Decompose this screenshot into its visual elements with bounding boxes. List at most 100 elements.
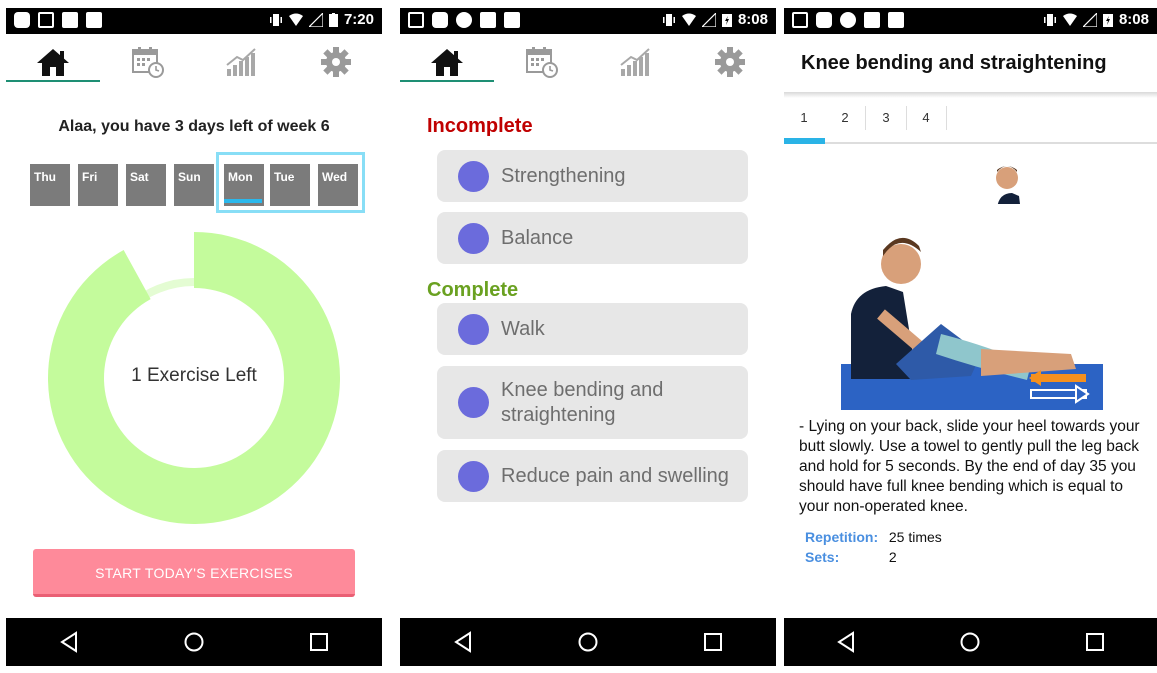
nav-home-button[interactable]: [574, 628, 602, 656]
back-icon: [453, 631, 471, 653]
wifi-icon: [1062, 13, 1077, 26]
nav-recents-button[interactable]: [305, 628, 333, 656]
repetition-row: Repetition: 25 times: [805, 529, 942, 545]
tab-schedule[interactable]: [124, 42, 172, 82]
home-icon: [431, 49, 463, 76]
android-nav-bar: [400, 618, 776, 666]
tab-progress[interactable]: [612, 42, 660, 82]
exercise-item-strengthening[interactable]: Strengthening: [437, 150, 748, 202]
day-fri[interactable]: Fri: [78, 164, 118, 206]
notification-icon: [816, 12, 832, 28]
signal-icon: [308, 12, 323, 27]
nav-back-button[interactable]: [832, 628, 860, 656]
calendar-icon: [132, 47, 164, 78]
recents-icon: [1085, 633, 1104, 651]
exercise-status-dot: [458, 313, 489, 345]
step-tab-3[interactable]: 3: [866, 104, 906, 144]
nav-home-button[interactable]: [956, 628, 984, 656]
android-debug-icon: [840, 12, 856, 28]
sets-value: 2: [888, 549, 897, 565]
sets-row: Sets: 2: [805, 549, 897, 565]
step-tab-2[interactable]: 2: [825, 104, 865, 144]
exercise-status-dot: [458, 387, 489, 418]
wifi-icon: [681, 13, 696, 26]
today-indicator: [224, 199, 262, 203]
nav-recents-button[interactable]: [699, 628, 727, 656]
exercise-item-reduce-pain[interactable]: Reduce pain and swelling: [437, 450, 748, 502]
exercise-label: Reduce pain and swelling: [501, 464, 729, 487]
header-shadow: [784, 92, 1157, 98]
clipboard-check-icon: [504, 12, 520, 28]
exercise-label: Strengthening: [501, 164, 626, 187]
phone-exercise-detail: 8:08 Knee bending and straightening 1 2 …: [784, 8, 1157, 666]
gear-icon: [321, 47, 351, 77]
status-time: 8:08: [737, 11, 768, 28]
tab-home[interactable]: [29, 42, 77, 82]
wifi-icon: [288, 13, 303, 26]
battery-charging-icon: [721, 13, 732, 27]
tab-settings[interactable]: [312, 42, 360, 82]
exercise-status-dot: [458, 222, 489, 254]
start-exercises-button[interactable]: START TODAY'S EXERCISES: [33, 549, 355, 597]
incomplete-heading: Incomplete: [427, 115, 533, 137]
exercise-photo-main: [841, 204, 1103, 410]
nav-recents-button[interactable]: [1081, 628, 1109, 656]
exercise-item-balance[interactable]: Balance: [437, 212, 748, 264]
status-bar: 8:08: [400, 8, 776, 34]
nav-back-button[interactable]: [449, 628, 477, 656]
notification-icon: [432, 12, 448, 28]
phone-home-screen: 7:20 Alaa, you have 3 days left of week …: [6, 8, 382, 666]
android-nav-bar: [784, 618, 1157, 666]
status-bar: 8:08: [784, 8, 1157, 34]
week-greeting: Alaa, you have 3 days left of week 6: [58, 118, 330, 135]
repetition-label: Repetition:: [805, 529, 879, 545]
clipboard-check-icon: [86, 12, 102, 28]
exercise-status-dot: [458, 460, 489, 492]
day-sat[interactable]: Sat: [126, 164, 166, 206]
nav-home-button[interactable]: [180, 628, 208, 656]
exercise-item-knee-bending[interactable]: Knee bending and straightening: [437, 366, 748, 439]
gear-icon: [715, 47, 745, 77]
tab-progress[interactable]: [218, 42, 266, 82]
top-tabs: [6, 34, 382, 88]
active-tab-indicator: [6, 80, 100, 82]
home-circle-icon: [578, 632, 598, 652]
phone-exercise-list: 8:08 Incomplete Strengthening Balance Co…: [400, 8, 776, 666]
repetition-value: 25 times: [888, 529, 942, 545]
recents-icon: [704, 633, 723, 651]
step-tabs: 1 2 3 4: [784, 104, 1157, 144]
active-tab-indicator: [400, 80, 494, 82]
tab-settings[interactable]: [706, 42, 754, 82]
exercise-label: Balance: [501, 226, 574, 249]
recents-icon: [310, 633, 329, 651]
home-circle-icon: [960, 632, 980, 652]
clipboard-check-icon: [888, 12, 904, 28]
clipboard-check-icon: [480, 12, 496, 28]
vibrate-icon: [269, 13, 282, 26]
image-notification-icon: [38, 12, 54, 28]
step-tab-4[interactable]: 4: [906, 104, 946, 144]
back-icon: [59, 631, 77, 653]
home-icon: [37, 49, 69, 76]
battery-icon: [328, 12, 338, 27]
exercise-description: - Lying on your back, slide your heel to…: [799, 418, 1140, 515]
top-tabs: [400, 34, 776, 88]
complete-heading: Complete: [427, 279, 519, 301]
clipboard-check-icon: [864, 12, 880, 28]
exercise-item-walk[interactable]: Walk: [437, 303, 748, 355]
android-nav-bar: [6, 618, 382, 666]
exercise-label: Knee bending and straightening: [501, 378, 664, 426]
exercise-title: Knee bending and straightening: [801, 52, 1107, 74]
clipboard-check-icon: [62, 12, 78, 28]
vibrate-icon: [1043, 13, 1056, 26]
day-thu[interactable]: Thu: [30, 164, 70, 206]
status-bar: 7:20: [6, 8, 382, 34]
active-step-indicator: [784, 138, 825, 144]
nav-back-button[interactable]: [55, 628, 83, 656]
calendar-icon: [526, 47, 558, 78]
day-sun[interactable]: Sun: [174, 164, 214, 206]
battery-charging-icon: [1102, 13, 1113, 27]
tab-schedule[interactable]: [518, 42, 566, 82]
tab-home[interactable]: [423, 42, 471, 82]
exercises-left-label: 1 Exercise Left: [131, 365, 257, 386]
